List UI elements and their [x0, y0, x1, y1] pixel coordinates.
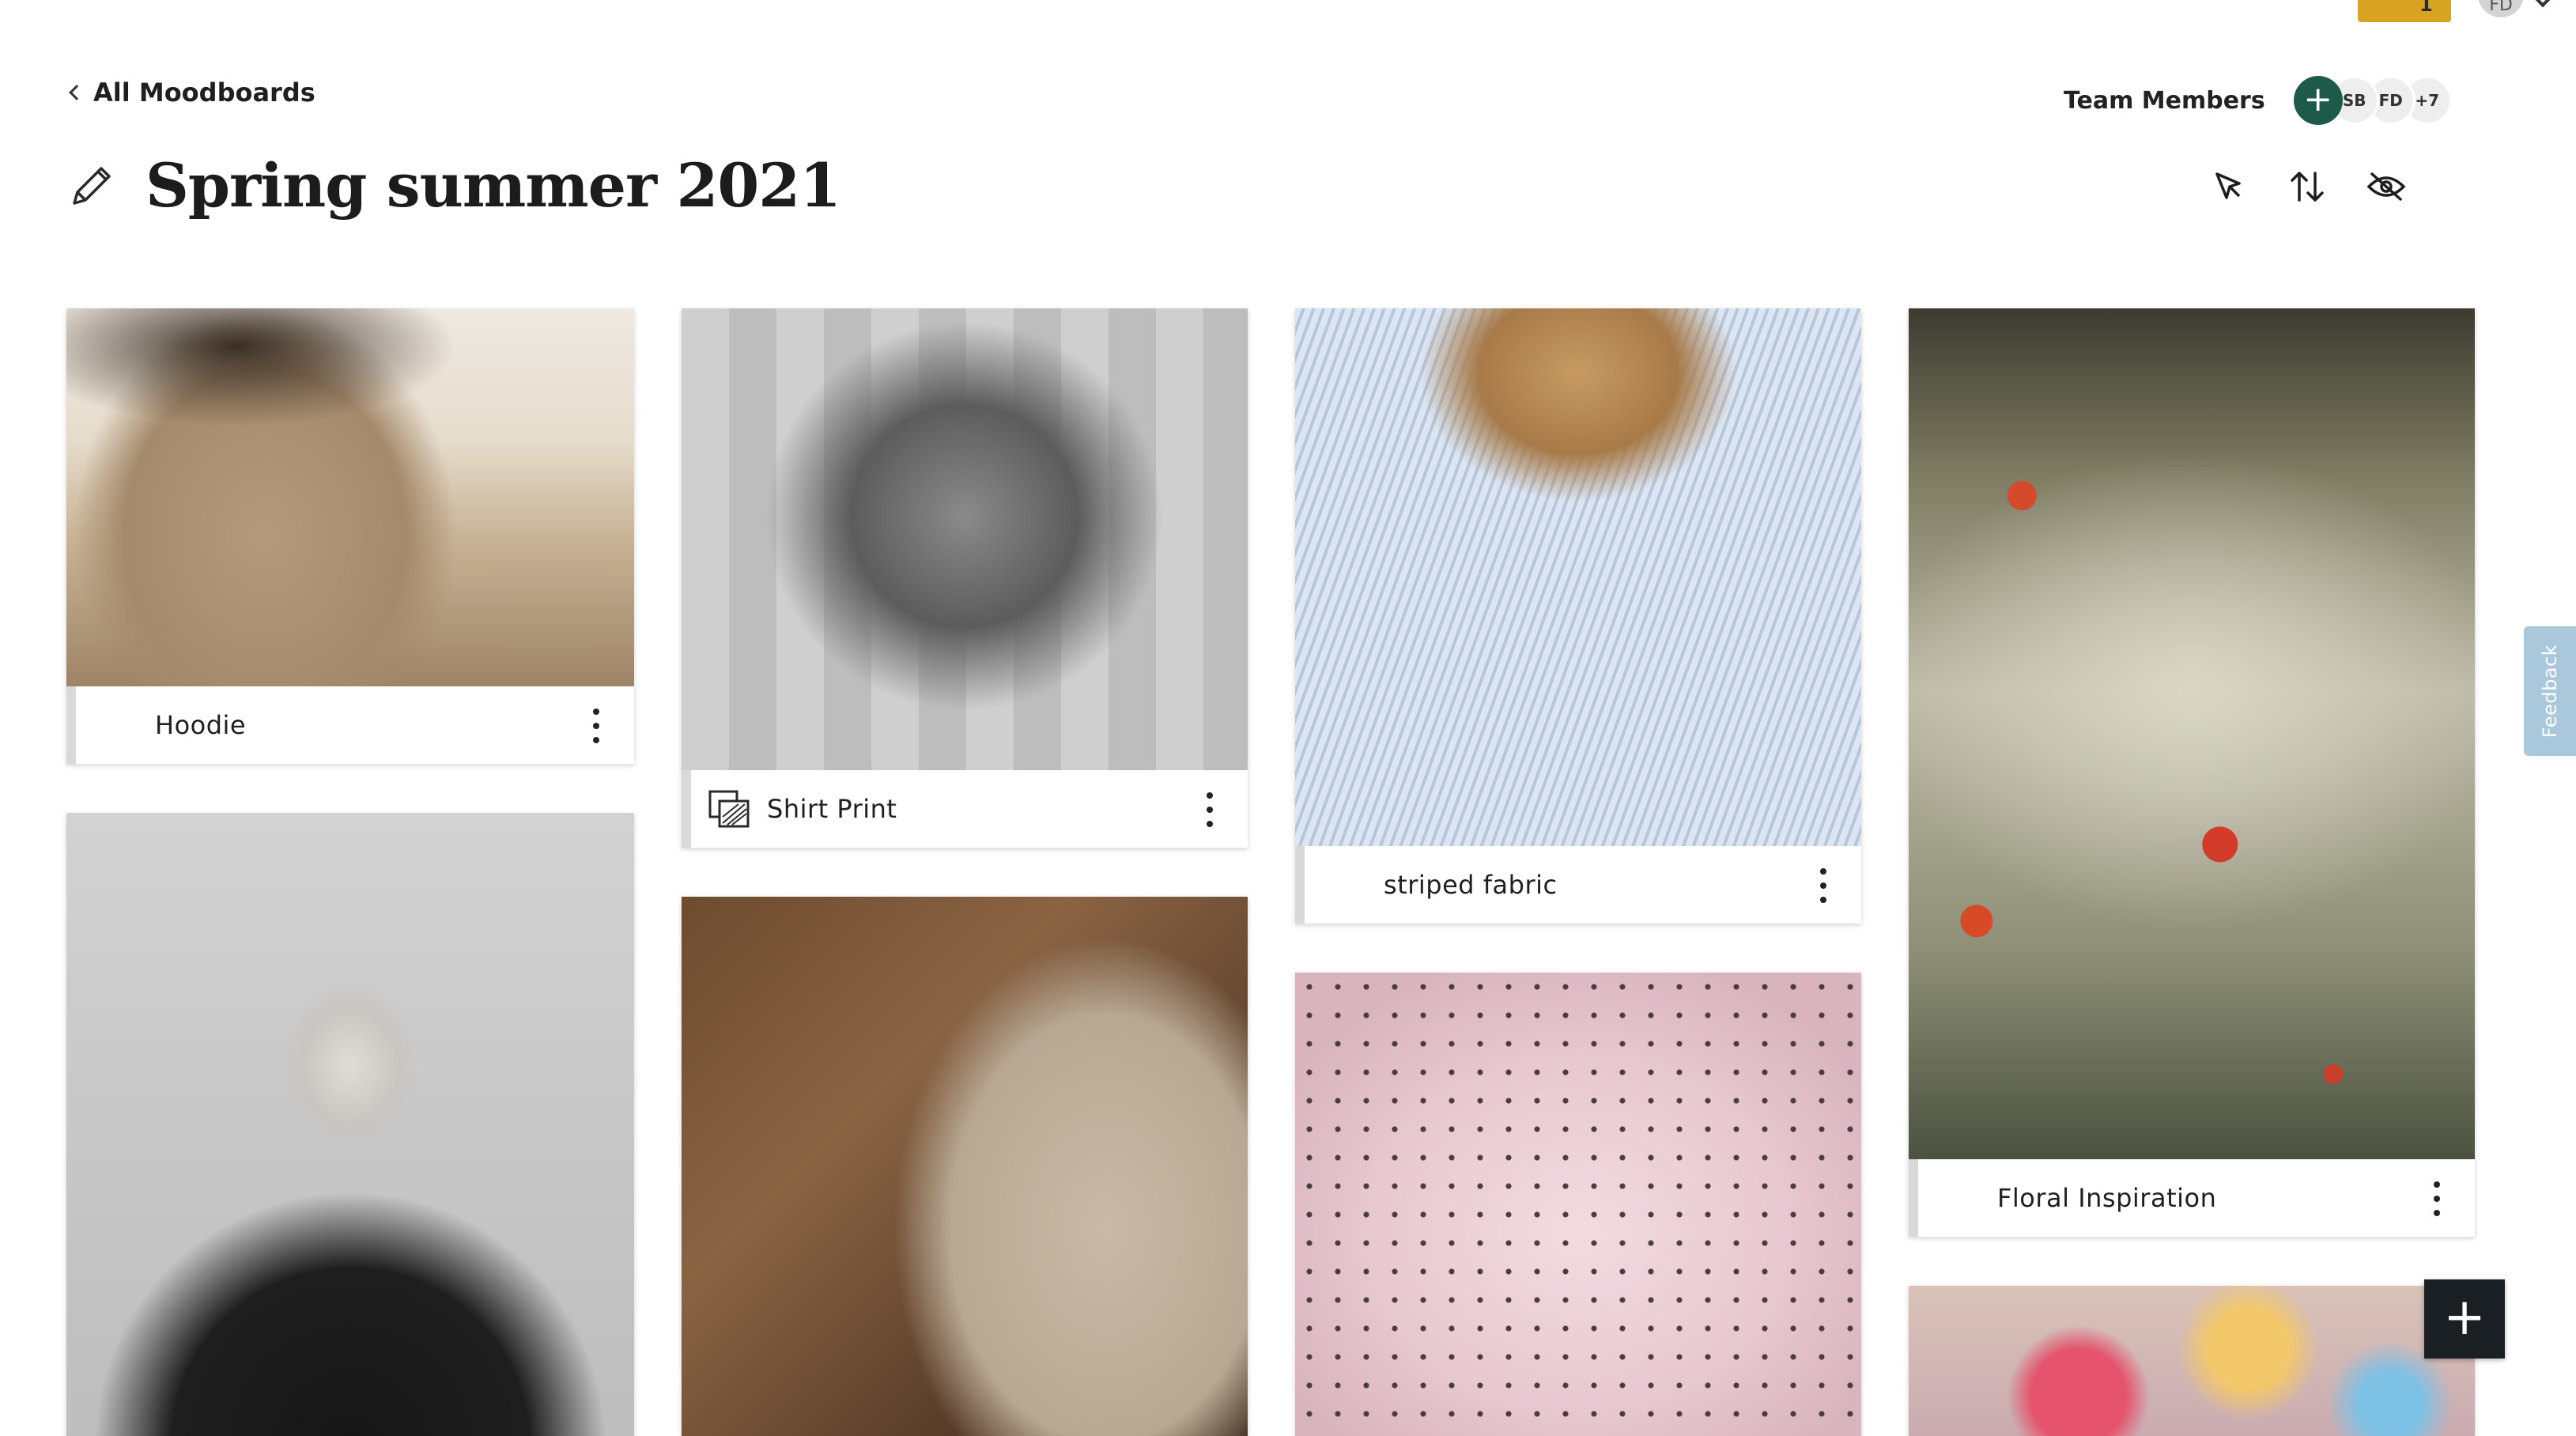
card-label: Hoodie: [155, 710, 247, 740]
striped-shirt-photo: [1295, 308, 1861, 846]
moodboard-card[interactable]: Shirt Print: [682, 308, 1248, 848]
back-to-moodboards-link[interactable]: All Moodboards: [66, 77, 315, 108]
tie-dye-garment-photo: [1909, 1286, 2475, 1436]
title-row: Spring summer 2021: [66, 150, 841, 221]
more-options-icon[interactable]: [1820, 868, 1828, 903]
back-label: All Moodboards: [93, 77, 315, 108]
sort-arrows-icon[interactable]: [2285, 164, 2329, 209]
card-caption: Floral Inspiration: [1909, 1159, 2475, 1237]
card-label: Floral Inspiration: [1997, 1183, 2217, 1213]
portrait-black-hoodie-photo: [66, 813, 634, 1436]
add-member-button[interactable]: +: [2293, 76, 2343, 125]
wildflower-field-photo: [1909, 308, 2475, 1159]
moodboard-card[interactable]: Hoodie: [66, 308, 634, 764]
notification-count: 1: [2419, 0, 2433, 16]
moodboard-card[interactable]: [682, 897, 1248, 1436]
team-members-label: Team Members: [2064, 86, 2265, 115]
team-members: Team Members + SB FD +7: [2064, 76, 2452, 125]
print-pattern-icon: [708, 790, 750, 828]
moodboard-card[interactable]: [66, 813, 634, 1436]
feedback-tab[interactable]: Feedback: [2524, 626, 2576, 756]
card-label: striped fabric: [1384, 870, 1558, 900]
beige-tshirt-photo: [682, 897, 1248, 1436]
moodboard-card[interactable]: Floral Inspiration: [1909, 308, 2475, 1237]
notifications-badge[interactable]: 1: [2358, 0, 2451, 22]
add-item-button[interactable]: +: [2424, 1279, 2505, 1359]
moodboard-card[interactable]: [1295, 973, 1861, 1436]
card-label: Shirt Print: [767, 794, 897, 824]
palm-print-shirt-photo: [682, 308, 1248, 770]
chevron-down-icon[interactable]: [2533, 0, 2552, 8]
hide-eye-icon[interactable]: [2364, 164, 2408, 209]
moodboard-card[interactable]: striped fabric: [1295, 308, 1861, 924]
user-avatar[interactable]: FD: [2478, 0, 2524, 17]
pencil-icon[interactable]: [66, 161, 117, 211]
feedback-label: Feedback: [2539, 644, 2562, 739]
board-toolbar: [2206, 164, 2408, 209]
cursor-select-icon[interactable]: [2206, 164, 2250, 209]
more-options-icon[interactable]: [1207, 792, 1214, 827]
chevron-left-icon: [69, 85, 85, 100]
card-caption: striped fabric: [1295, 846, 1861, 924]
page-title: Spring summer 2021: [145, 150, 841, 221]
pink-polka-dress-photo: [1295, 973, 1861, 1436]
card-caption: Shirt Print: [682, 770, 1248, 848]
moodboard-card[interactable]: [1909, 1286, 2475, 1436]
card-caption: Hoodie: [66, 686, 634, 764]
more-options-icon[interactable]: [2434, 1181, 2442, 1216]
hoodie-desert-photo: [66, 308, 634, 686]
more-options-icon[interactable]: [593, 709, 601, 743]
